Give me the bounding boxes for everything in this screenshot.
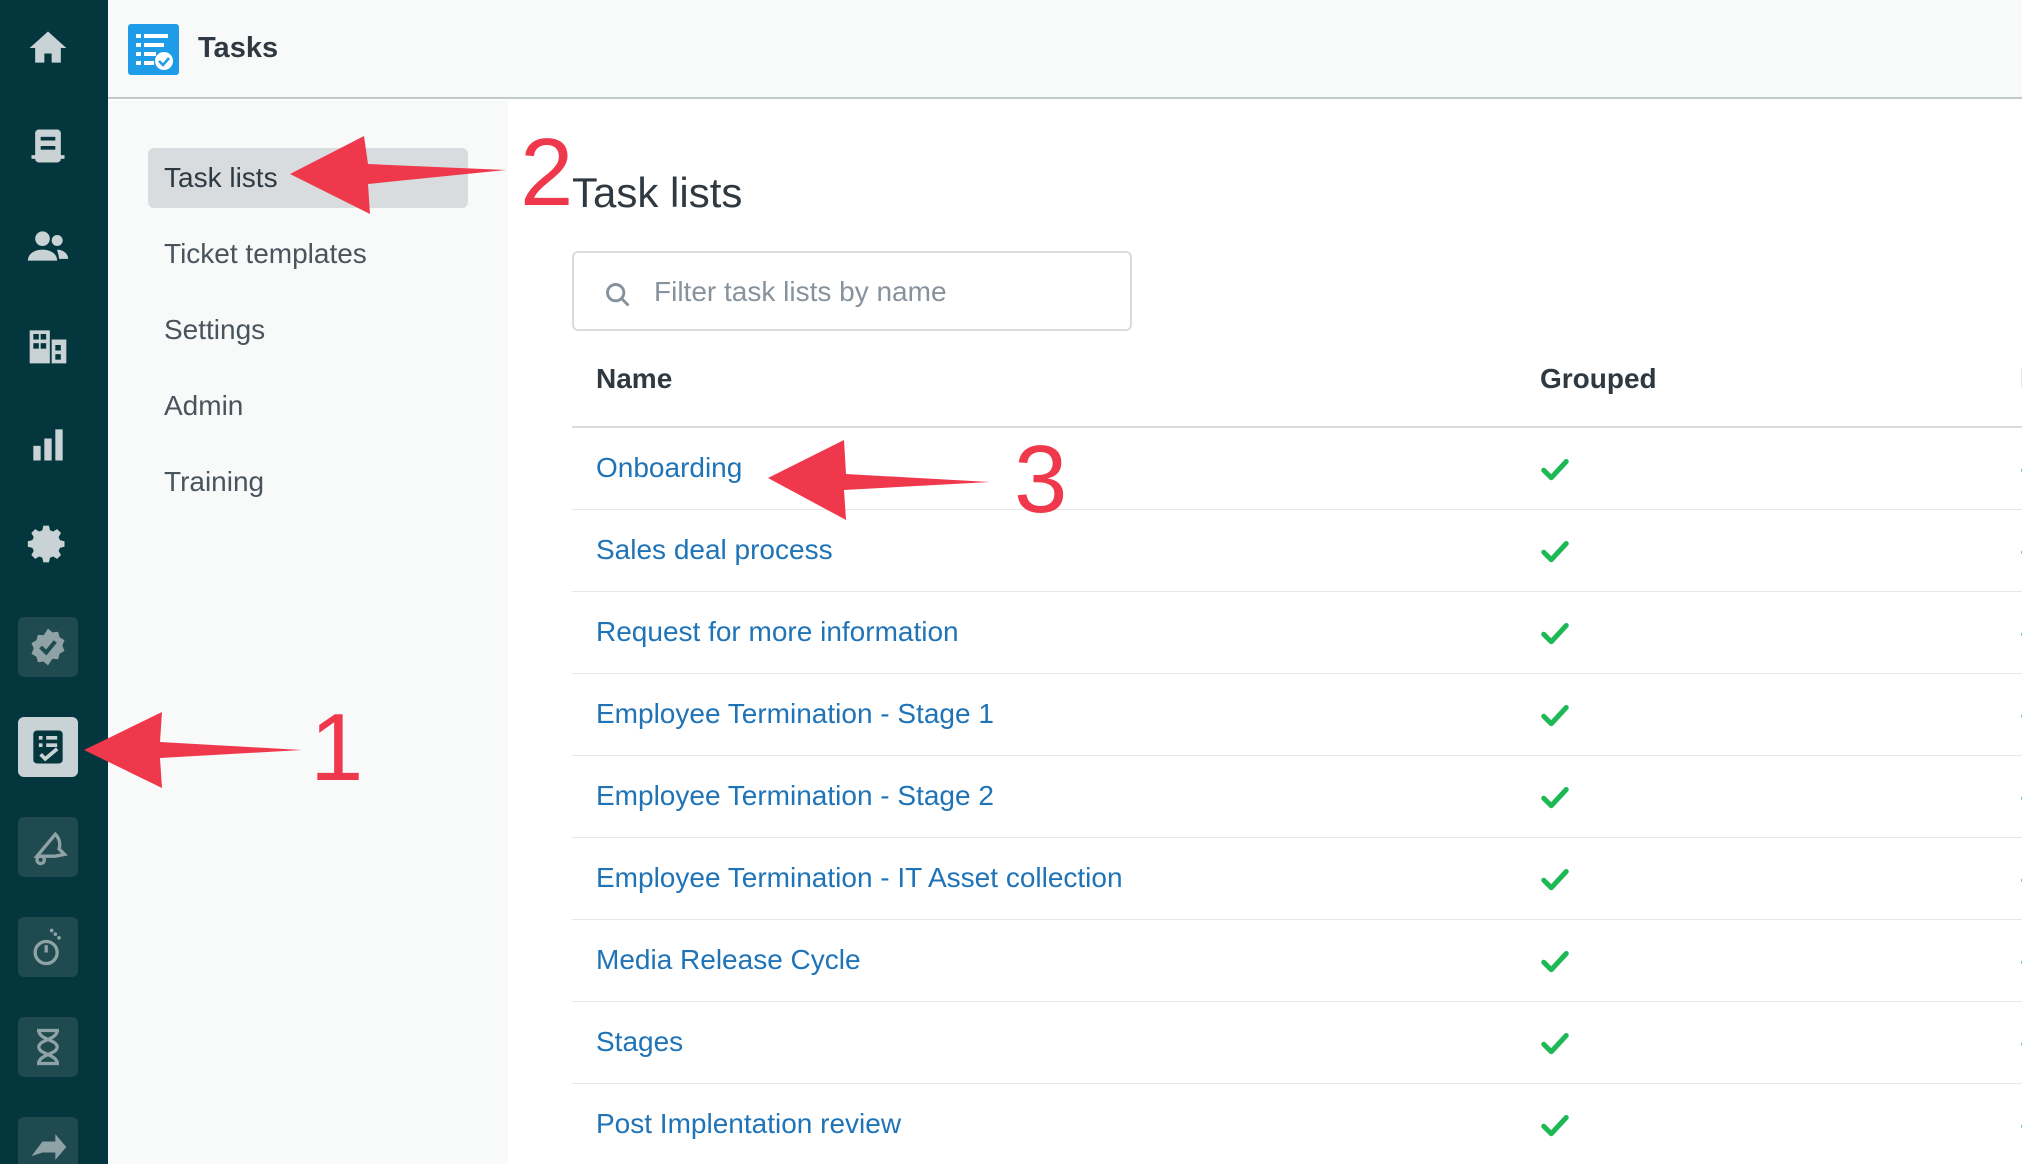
verified-badge-icon[interactable] bbox=[18, 617, 78, 677]
task-list-link[interactable]: Employee Termination - Stage 2 bbox=[596, 780, 994, 812]
grouped-check-icon bbox=[1540, 536, 1570, 566]
timer-icon[interactable] bbox=[18, 917, 78, 977]
annotation-arrow-2 bbox=[290, 136, 506, 214]
app-header: Tasks bbox=[108, 0, 2022, 99]
table-header: Name Grouped I bbox=[572, 351, 2022, 428]
nav-item-training[interactable]: Training bbox=[148, 452, 468, 512]
column-header-grouped[interactable]: Grouped bbox=[1540, 363, 1657, 395]
page-title: Task lists bbox=[572, 169, 743, 216]
app-title: Tasks bbox=[198, 32, 279, 64]
main-content: Task lists Name Grouped I Onboarding Sale… bbox=[508, 101, 2022, 1164]
nav-item-admin[interactable]: Admin bbox=[148, 376, 468, 436]
task-list-link[interactable]: Sales deal process bbox=[596, 534, 833, 566]
product-rail bbox=[0, 0, 108, 1164]
reporting-icon[interactable] bbox=[18, 414, 78, 474]
task-list-link[interactable]: Post Implentation review bbox=[596, 1108, 901, 1140]
table-row[interactable]: Media Release Cycle bbox=[572, 920, 2022, 1002]
annotation-arrow-1 bbox=[84, 712, 302, 788]
nav-item-ticket-templates[interactable]: Ticket templates bbox=[148, 224, 468, 284]
nav-item-settings[interactable]: Settings bbox=[148, 300, 468, 360]
tasks-icon[interactable] bbox=[18, 717, 78, 777]
organizations-icon[interactable] bbox=[18, 315, 78, 375]
task-list-link[interactable]: Onboarding bbox=[596, 452, 742, 484]
home-icon[interactable] bbox=[18, 18, 78, 78]
table-body: Onboarding Sales deal process Request for … bbox=[572, 428, 2022, 1164]
forward-arrow-icon[interactable] bbox=[18, 1117, 78, 1164]
grouped-check-icon bbox=[1540, 782, 1570, 812]
annotation-number-2: 2 bbox=[520, 119, 574, 226]
task-list-link[interactable]: Media Release Cycle bbox=[596, 944, 861, 976]
annotation-number-1: 1 bbox=[310, 694, 364, 801]
annotation-arrow-3 bbox=[768, 440, 990, 520]
hourglass-icon[interactable] bbox=[18, 1017, 78, 1077]
grouped-check-icon bbox=[1540, 618, 1570, 648]
grouped-check-icon bbox=[1540, 864, 1570, 894]
secondary-nav: Task lists Ticket templates Settings Adm… bbox=[108, 101, 508, 1164]
notification-bell-icon[interactable] bbox=[18, 817, 78, 877]
admin-gear-icon[interactable] bbox=[18, 514, 78, 574]
task-list-link[interactable]: Stages bbox=[596, 1026, 683, 1058]
task-list-link[interactable]: Employee Termination - IT Asset collecti… bbox=[596, 862, 1123, 894]
table-row[interactable]: Employee Termination - Stage 1 bbox=[572, 674, 2022, 756]
customers-icon[interactable] bbox=[18, 216, 78, 276]
table-row[interactable]: Employee Termination - IT Asset collecti… bbox=[572, 838, 2022, 920]
grouped-check-icon bbox=[1540, 946, 1570, 976]
grouped-check-icon bbox=[1540, 454, 1570, 484]
grouped-check-icon bbox=[1540, 1110, 1570, 1140]
task-list-link[interactable]: Employee Termination - Stage 1 bbox=[596, 698, 994, 730]
views-icon[interactable] bbox=[18, 116, 78, 176]
column-header-name[interactable]: Name bbox=[596, 363, 672, 395]
grouped-check-icon bbox=[1540, 700, 1570, 730]
grouped-check-icon bbox=[1540, 1028, 1570, 1058]
task-list-link[interactable]: Request for more information bbox=[596, 616, 959, 648]
table-row[interactable]: Post Implentation review bbox=[572, 1084, 2022, 1164]
table-row[interactable]: Stages bbox=[572, 1002, 2022, 1084]
annotation-number-3: 3 bbox=[1014, 426, 1068, 533]
table-row[interactable]: Employee Termination - Stage 2 bbox=[572, 756, 2022, 838]
table-row[interactable]: Request for more information bbox=[572, 592, 2022, 674]
search-icon bbox=[606, 283, 630, 307]
search-input[interactable] bbox=[654, 267, 1114, 317]
tasks-app-logo bbox=[128, 24, 179, 75]
search-box bbox=[572, 251, 1132, 331]
